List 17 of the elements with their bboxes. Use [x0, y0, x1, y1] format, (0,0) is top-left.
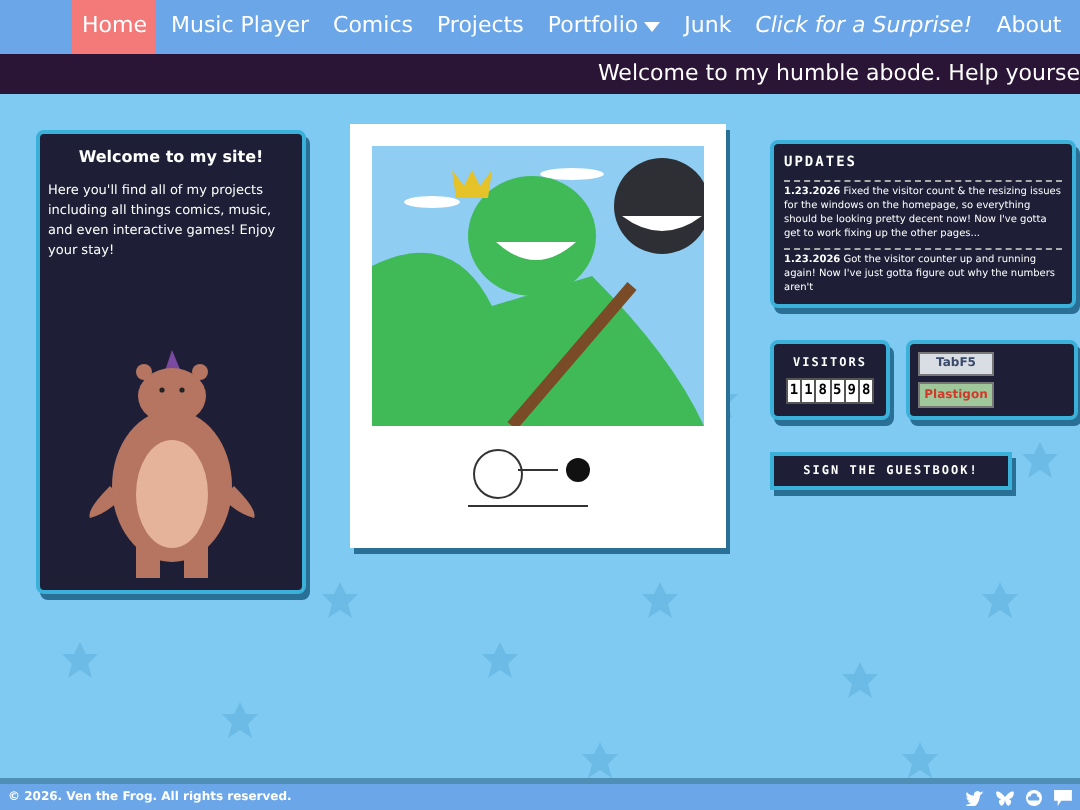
butterfly-icon[interactable]: [996, 789, 1014, 805]
marquee-text: Welcome to my humble abode. Help yourse: [597, 57, 1080, 90]
nav-link[interactable]: About: [986, 0, 1072, 54]
nav-link[interactable]: Portfolio: [537, 0, 671, 54]
nav-link[interactable]: Click for a Surprise!: [745, 0, 983, 54]
nav-link[interactable]: Home: [72, 0, 157, 54]
nav-link[interactable]: Junk: [674, 0, 742, 54]
nav-link[interactable]: Comics: [323, 0, 423, 54]
star-icon: [582, 742, 618, 778]
chat-icon[interactable]: [1054, 789, 1072, 805]
welcome-title: Welcome to my site!: [76, 146, 266, 170]
cloud-icon[interactable]: [1026, 789, 1042, 805]
nav-link[interactable]: Projects: [426, 0, 534, 54]
nav-link[interactable]: Music Player: [160, 0, 320, 54]
bird-icon[interactable]: [966, 789, 984, 805]
star-icon: [902, 742, 938, 778]
caret-icon: [644, 22, 661, 32]
